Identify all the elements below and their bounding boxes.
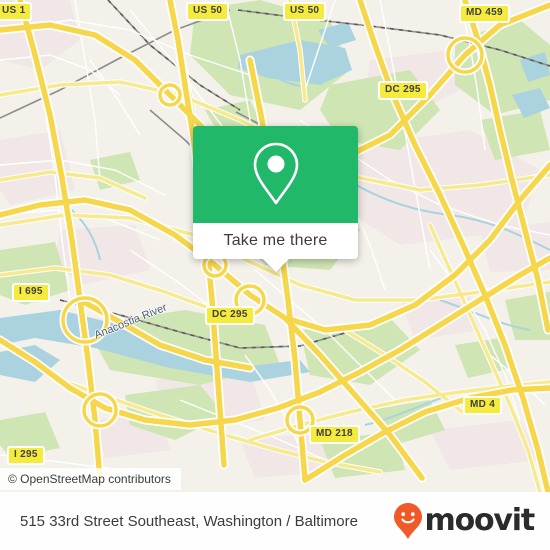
moovit-smiley-pin-icon: [393, 503, 422, 539]
road-shield-md-4[interactable]: MD 4: [463, 396, 503, 415]
road-shield-us-1[interactable]: US 1: [0, 2, 33, 21]
road-shield-i-295[interactable]: I 295: [7, 446, 45, 465]
map-attribution[interactable]: © OpenStreetMap contributors: [0, 468, 181, 490]
popup-icon-area: [193, 126, 358, 223]
map-screen: Anacostia River US 1 US 50 US 50 MD 459 …: [0, 0, 550, 550]
road-shield-dc-295-north[interactable]: DC 295: [378, 81, 428, 100]
road-shield-md-459[interactable]: MD 459: [459, 4, 510, 23]
road-shield-dc-295-south[interactable]: DC 295: [205, 306, 255, 325]
attribution-text: © OpenStreetMap contributors: [8, 472, 171, 486]
location-popup-card[interactable]: Take me there: [193, 126, 358, 272]
popup-pointer-tail: [262, 259, 289, 272]
map-pin-icon: [253, 142, 298, 204]
moovit-wordmark: moovit: [424, 503, 536, 538]
road-shield-us-50-east[interactable]: US 50: [283, 2, 327, 21]
road-shield-i-695[interactable]: I 695: [12, 283, 50, 302]
road-shield-us-50-west[interactable]: US 50: [186, 2, 230, 21]
popup-action-bar[interactable]: Take me there: [193, 223, 358, 259]
footer-bar: 515 33rd Street Southeast, Washington / …: [0, 492, 550, 550]
moovit-logo[interactable]: moovit: [393, 502, 536, 540]
road-shield-md-218[interactable]: MD 218: [309, 425, 360, 444]
take-me-there-label: Take me there: [223, 232, 328, 249]
address-label: 515 33rd Street Southeast, Washington / …: [20, 512, 358, 530]
